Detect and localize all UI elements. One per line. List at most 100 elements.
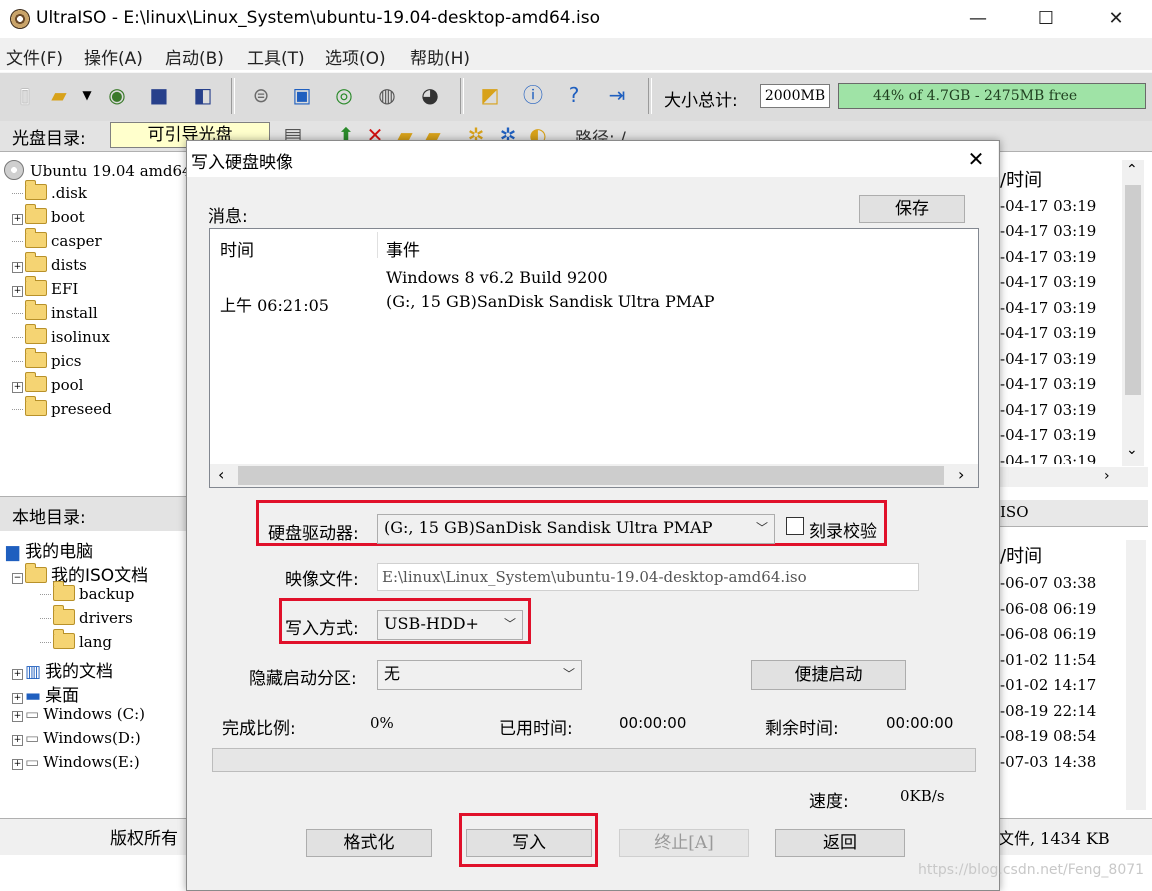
log-event: (G:, 15 GB)SanDisk Sandisk Ultra PMAP [386, 292, 715, 311]
column-header-time[interactable]: /时间 [1000, 166, 1042, 192]
log-header-event[interactable]: 事件 [386, 236, 420, 261]
format-button[interactable]: 格式化 [306, 829, 432, 857]
properties-icon[interactable]: ◩ [477, 82, 503, 108]
save-icon[interactable]: ■ [146, 82, 172, 108]
expand-icon[interactable]: + [12, 262, 23, 273]
expand-icon[interactable]: + [12, 286, 23, 297]
write-method-select[interactable]: USB-HDD+ ﹀ [377, 610, 523, 640]
tree-node-desktop[interactable]: + ▬ 桌面 [12, 681, 79, 706]
log-time: 上午 06:21:05 [220, 296, 329, 315]
tree-node-my-computer[interactable]: ▆ 我的电脑 [6, 537, 93, 562]
disc-directory-label: 光盘目录: [12, 129, 86, 149]
return-button[interactable]: 返回 [775, 829, 905, 857]
log-header-time[interactable]: 时间 [220, 236, 254, 261]
tree-node-drivers[interactable]: drivers [40, 605, 133, 627]
minimize-button[interactable]: — [955, 0, 1001, 38]
menu-file[interactable]: 文件(F) [6, 44, 63, 69]
progress-label: 完成比例: [222, 719, 296, 739]
expand-icon[interactable]: + [12, 711, 23, 722]
tree-node-pool[interactable]: + pool [12, 372, 84, 394]
expand-icon[interactable]: + [12, 735, 23, 746]
menu-action[interactable]: 操作(A) [84, 44, 143, 69]
local-directory-label: 本地目录: [12, 508, 86, 528]
save-log-button[interactable]: 保存 [859, 195, 965, 223]
chevron-down-icon: ﹀ [503, 617, 516, 631]
tree-node-isolinux[interactable]: isolinux [12, 324, 110, 346]
dialog-title: 写入硬盘映像 [191, 153, 293, 173]
extract-icon[interactable]: ◍ [374, 82, 400, 108]
folder-icon [53, 581, 75, 601]
expand-icon[interactable]: + [12, 214, 23, 225]
dialog-close-icon[interactable]: ✕ [960, 143, 992, 175]
scroll-right-icon[interactable]: › [1104, 468, 1110, 484]
expand-icon[interactable]: + [12, 693, 23, 704]
tree-node-pics[interactable]: pics [12, 348, 82, 370]
tree-node-backup[interactable]: backup [40, 581, 134, 603]
hidden-partition-select[interactable]: 无 ﹀ [377, 660, 582, 690]
file-time: -04-17 03:19 [1000, 222, 1097, 240]
folder-icon [25, 300, 47, 320]
file-time: -08-19 22:14 [1000, 702, 1097, 720]
tree-node-drive-e[interactable]: + ▭ Windows(E:) [12, 753, 140, 771]
scrollbar-thumb[interactable] [238, 466, 944, 485]
scroll-right-icon[interactable]: › [958, 465, 964, 484]
file-time: -04-17 03:19 [1000, 401, 1097, 419]
scroll-left-icon[interactable]: ‹ [218, 465, 224, 484]
compress-icon[interactable]: ◎ [331, 82, 357, 108]
menu-help[interactable]: 帮助(H) [410, 44, 470, 69]
expand-icon[interactable]: + [12, 382, 23, 393]
tree-node-casper[interactable]: casper [12, 228, 102, 250]
write-button[interactable]: 写入 [466, 829, 592, 857]
folder-icon [25, 252, 47, 272]
help-icon[interactable]: ? [561, 82, 587, 108]
expand-icon[interactable]: + [12, 759, 23, 770]
menu-options[interactable]: 选项(O) [325, 44, 386, 69]
menu-tools[interactable]: 工具(T) [247, 44, 305, 69]
tree-node-disk[interactable]: .disk [12, 180, 87, 202]
new-file-icon[interactable]: ▯ [12, 82, 38, 108]
abort-button[interactable]: 终止[A] [619, 829, 749, 857]
tree-node-efi[interactable]: + EFI [12, 276, 78, 298]
burn-cd-icon[interactable]: ⊜ [248, 82, 274, 108]
image-file-field[interactable]: E:\linux\Linux_System\ubuntu-19.04-deskt… [377, 563, 919, 591]
tree-node-preseed[interactable]: preseed [12, 396, 112, 418]
tree-node-my-iso[interactable]: − 我的ISO文档 [12, 561, 148, 586]
tree-node-drive-c[interactable]: + ▭ Windows (C:) [12, 705, 145, 723]
info-icon[interactable]: ⓘ [520, 82, 546, 108]
tree-node-label: pool [51, 376, 84, 394]
quick-boot-button[interactable]: 便捷启动 [751, 660, 906, 690]
close-button[interactable]: ✕ [1093, 0, 1139, 38]
save-as-icon[interactable]: ◧ [190, 82, 216, 108]
collapse-icon[interactable]: − [12, 573, 23, 584]
dropdown-arrow-icon[interactable]: ▼ [74, 82, 100, 108]
tree-node-my-documents[interactable]: + ▥ 我的文档 [12, 657, 113, 682]
tree-node-label: Windows(E:) [43, 753, 140, 771]
drive-select[interactable]: (G:, 15 GB)SanDisk Sandisk Ultra PMAP ﹀ [377, 514, 775, 544]
tree-node-drive-d[interactable]: + ▭ Windows(D:) [12, 729, 141, 747]
tree-node-boot[interactable]: + boot [12, 204, 85, 226]
expand-icon[interactable]: + [12, 669, 23, 680]
tree-node-label: drivers [79, 609, 133, 627]
column-header-time[interactable]: /时间 [1000, 542, 1042, 568]
file-time: -04-17 03:19 [1000, 426, 1097, 444]
vertical-scrollbar[interactable] [1126, 540, 1146, 810]
scroll-down-icon[interactable]: ⌄ [1126, 442, 1138, 458]
menu-boot[interactable]: 启动(B) [165, 44, 224, 69]
tree-node-lang[interactable]: lang [40, 629, 112, 651]
mount-icon[interactable]: ▣ [289, 82, 315, 108]
tree-node-install[interactable]: install [12, 300, 98, 322]
open-cd-icon[interactable]: ◉ [104, 82, 130, 108]
verify-checkbox[interactable] [786, 517, 804, 535]
tree-node-root[interactable]: Ubuntu 19.04 amd64 [4, 160, 192, 180]
exit-icon[interactable]: ⇥ [604, 82, 630, 108]
scrollbar-thumb[interactable] [1125, 185, 1141, 395]
maximize-button[interactable]: ☐ [1023, 0, 1069, 38]
message-log[interactable] [209, 228, 979, 488]
scroll-up-icon[interactable]: ⌃ [1126, 162, 1138, 178]
open-folder-icon[interactable]: ▰ [46, 82, 72, 108]
tree-node-dists[interactable]: + dists [12, 252, 87, 274]
tree-node-label: Windows(D:) [43, 729, 141, 747]
horizontal-scrollbar[interactable] [998, 467, 1148, 487]
watermark: https://blog.csdn.net/Feng_8071 [918, 862, 1145, 878]
convert-icon[interactable]: ◕ [417, 82, 443, 108]
